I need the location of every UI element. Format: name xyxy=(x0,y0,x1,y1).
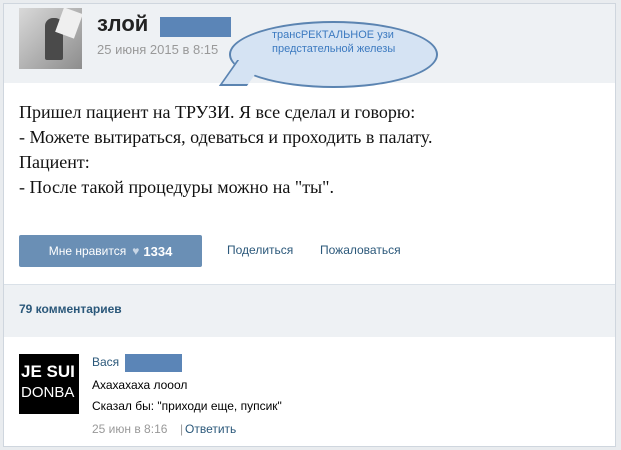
post-text-line: - После такой процедуры можно на "ты". xyxy=(19,177,334,197)
post-text-line: Пришел пациент на ТРУЗИ. Я все сделал и … xyxy=(19,102,416,122)
author-name-redaction xyxy=(160,17,231,37)
like-button[interactable]: Мне нравится ♥ 1334 xyxy=(19,235,202,267)
like-label: Мне нравится xyxy=(48,244,127,258)
comment-text-line: Ахахахаха лооол xyxy=(92,378,188,392)
avatar-text: DONBA xyxy=(21,384,75,401)
report-link[interactable]: Пожаловаться xyxy=(320,243,401,257)
comment-avatar[interactable]: JE SUI DONBA xyxy=(19,354,79,414)
comments-count[interactable]: 79 комментариев xyxy=(19,302,122,316)
heart-icon: ♥ xyxy=(132,244,140,258)
comment-text-line: Сказал бы: "приходи еще, пупсик" xyxy=(92,399,282,413)
avatar-text: JE SUI xyxy=(21,362,75,381)
post-text-line: Пациент: xyxy=(19,152,90,172)
speech-bubble-text: трансРЕКТАЛЬНОЕ узи предстательной желез… xyxy=(272,29,396,55)
like-count: 1334 xyxy=(143,243,173,259)
comment-author-redaction xyxy=(125,354,182,372)
reply-link[interactable]: Ответить xyxy=(185,422,236,436)
post-date[interactable]: 25 июня 2015 в 8:15 xyxy=(97,42,218,57)
comment-date[interactable]: 25 июн в 8:16 xyxy=(92,422,167,436)
author-avatar[interactable] xyxy=(19,8,82,69)
post-card: злой 25 июня 2015 в 8:15 трансРЕКТАЛЬНОЕ… xyxy=(3,3,616,447)
post-text-line: - Можете вытираться, одеваться и проходи… xyxy=(19,127,433,147)
author-name[interactable]: злой xyxy=(97,11,148,37)
share-link[interactable]: Поделиться xyxy=(227,243,293,257)
post-text: Пришел пациент на ТРУЗИ. Я все сделал и … xyxy=(19,100,599,200)
separator: | xyxy=(180,422,184,436)
comment-author[interactable]: Вася xyxy=(92,355,119,369)
